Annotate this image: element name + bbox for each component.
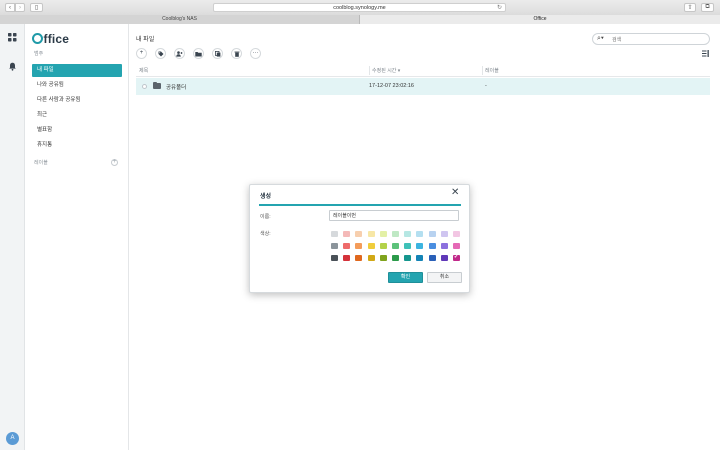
sidebar-item-trash[interactable]: 휴지통 — [32, 139, 122, 152]
forward-icon[interactable]: › — [15, 3, 25, 12]
color-swatch[interactable] — [355, 231, 363, 237]
back-icon[interactable]: ‹ — [5, 3, 15, 12]
color-swatch[interactable] — [453, 254, 460, 261]
folder-icon — [153, 81, 161, 89]
search-field[interactable]: ⌕▾ — [592, 33, 710, 45]
color-swatch[interactable] — [440, 231, 448, 237]
row-modified: 17-12-07 23:02:16 — [369, 83, 414, 89]
browser-tab-strip: Coolblog's NAS Office — [0, 15, 720, 24]
name-field-label: 이름: — [260, 214, 271, 220]
color-swatch[interactable] — [367, 243, 375, 249]
browser-tab-office[interactable]: Office — [360, 15, 720, 24]
color-swatch[interactable] — [416, 231, 424, 237]
column-divider — [369, 66, 370, 75]
color-swatch[interactable] — [343, 243, 351, 249]
color-swatch[interactable] — [392, 243, 399, 249]
color-swatch[interactable] — [392, 231, 399, 237]
table-header: 제목 수정된 시간 ▾ 레이블 — [136, 65, 710, 77]
column-header-title[interactable]: 제목 — [139, 67, 148, 74]
row-label: - — [485, 83, 487, 89]
sidebar-item-my-files[interactable]: 내 파일 — [32, 64, 122, 77]
color-swatch[interactable] — [367, 255, 375, 261]
close-icon[interactable]: ✕ — [451, 188, 459, 198]
sidebar-item-starred[interactable]: 별표함 — [32, 124, 122, 137]
browser-chrome: ‹ › ▯ coolblog.synology.me ↻ ⇧ ⧉ Coolblo… — [0, 0, 720, 24]
apps-grid-icon[interactable] — [8, 33, 17, 42]
label-tag-icon[interactable] — [155, 48, 166, 59]
color-swatch[interactable] — [331, 231, 338, 237]
column-header-label[interactable]: 레이블 — [485, 67, 499, 74]
view-options-icon[interactable] — [702, 50, 709, 59]
color-swatch[interactable] — [404, 243, 412, 249]
color-swatch[interactable] — [379, 255, 387, 261]
logo-ring-icon — [32, 33, 43, 44]
color-swatch[interactable] — [379, 231, 387, 237]
color-swatch[interactable] — [355, 243, 363, 249]
category-heading: 범주 — [34, 51, 44, 57]
search-icon: ⌕▾ — [597, 35, 604, 42]
share-user-icon[interactable] — [174, 48, 185, 59]
url-text: coolblog.synology.me — [333, 5, 386, 11]
share-icon[interactable]: ⇧ — [684, 3, 696, 12]
search-input[interactable] — [612, 36, 702, 43]
color-swatch[interactable] — [440, 243, 448, 249]
sidebar-toggle-icon[interactable]: ▯ — [30, 3, 43, 12]
color-swatch[interactable] — [453, 243, 460, 249]
sidebar-item-recent[interactable]: 최근 — [32, 109, 122, 122]
sidebar-item-shared-with-me[interactable]: 나와 공유됨 — [32, 79, 122, 92]
color-swatch[interactable] — [416, 255, 424, 261]
dialog-divider — [259, 204, 461, 206]
notification-bell-icon[interactable] — [8, 62, 17, 71]
reload-icon[interactable]: ↻ — [497, 4, 502, 12]
move-folder-icon[interactable] — [193, 48, 204, 59]
color-swatch[interactable] — [343, 255, 351, 261]
create-label-dialog: 생성 ✕ 이름: 색상: 확인 취소 — [249, 184, 470, 293]
table-row[interactable]: 공유폴더 17-12-07 23:02:16 - — [136, 78, 710, 95]
tab-overview-icon[interactable]: ⧉ — [701, 3, 714, 12]
copy-icon[interactable] — [212, 48, 223, 59]
confirm-button[interactable]: 확인 — [388, 272, 423, 283]
color-swatch[interactable] — [404, 231, 412, 237]
sidebar: ffice 범주 내 파일 나와 공유됨 다른 사람과 공유됨 최근 별표함 휴… — [25, 24, 129, 450]
color-swatch[interactable] — [440, 255, 448, 261]
more-options-icon[interactable]: ··· — [250, 48, 261, 59]
label-name-input[interactable] — [329, 210, 459, 221]
color-swatch[interactable] — [428, 255, 436, 261]
dialog-title: 생성 — [260, 194, 272, 200]
sidebar-item-shared-with-others[interactable]: 다른 사람과 공유됨 — [32, 94, 122, 107]
color-swatch[interactable] — [379, 243, 387, 249]
delete-trash-icon[interactable] — [231, 48, 242, 59]
address-bar[interactable]: coolblog.synology.me ↻ — [213, 3, 506, 12]
avatar[interactable]: A — [6, 432, 19, 445]
color-field-label: 색상: — [260, 231, 271, 237]
color-swatch[interactable] — [331, 255, 338, 261]
add-label-button[interactable]: + — [111, 159, 118, 166]
color-swatch[interactable] — [392, 255, 399, 261]
labels-heading: 레이블 — [34, 160, 48, 166]
app-rail: A — [0, 24, 25, 450]
create-button[interactable]: + — [136, 48, 147, 59]
color-swatch[interactable] — [404, 255, 412, 261]
color-swatch[interactable] — [416, 243, 424, 249]
color-swatch[interactable] — [453, 231, 460, 237]
column-header-modified[interactable]: 수정된 시간 ▾ — [372, 67, 400, 74]
page-title: 내 파일 — [136, 37, 155, 43]
browser-toolbar: ‹ › ▯ coolblog.synology.me ↻ ⇧ ⧉ — [0, 0, 720, 15]
cancel-button[interactable]: 취소 — [427, 272, 462, 283]
color-swatch[interactable] — [343, 231, 351, 237]
color-swatch[interactable] — [355, 255, 363, 261]
color-swatch[interactable] — [367, 231, 375, 237]
column-divider — [482, 66, 483, 75]
row-checkbox[interactable] — [142, 84, 147, 89]
row-name: 공유폴더 — [166, 85, 187, 91]
color-swatch[interactable] — [428, 231, 436, 237]
office-logo: ffice — [32, 33, 69, 45]
browser-tab-nas[interactable]: Coolblog's NAS — [0, 15, 360, 24]
color-swatch[interactable] — [331, 243, 338, 249]
logo-text: ffice — [43, 32, 70, 46]
color-swatch[interactable] — [428, 243, 436, 249]
